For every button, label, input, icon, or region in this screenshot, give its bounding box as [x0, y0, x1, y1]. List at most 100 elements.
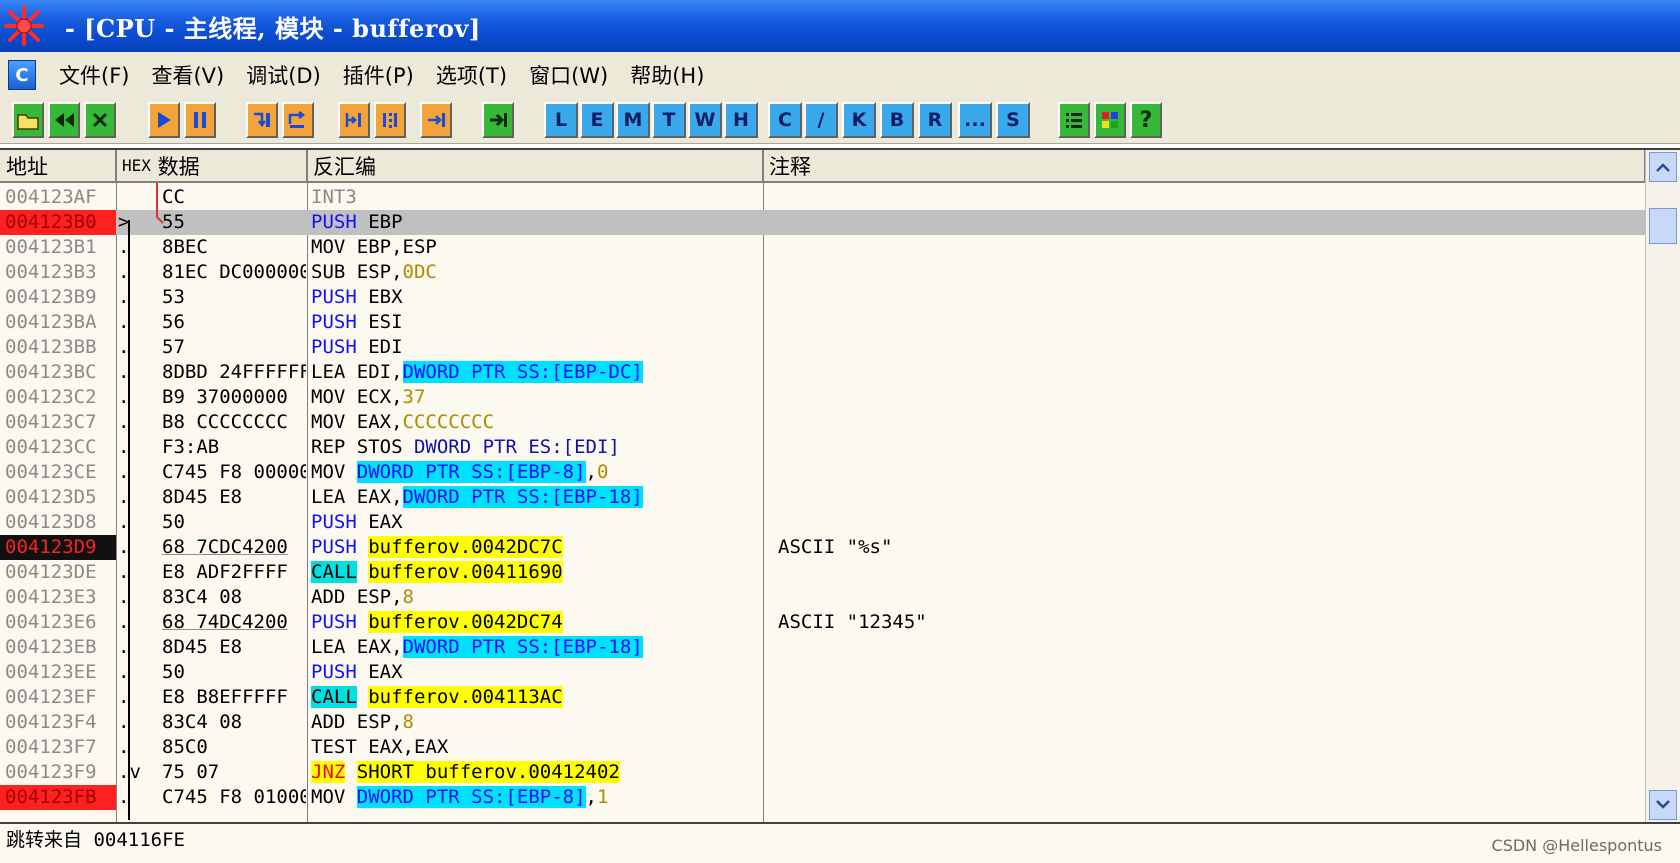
hex-cell[interactable]: C745 F8 00000000 [162, 460, 306, 485]
menu-file[interactable]: 文件(F) [48, 60, 140, 90]
step-into-button[interactable] [246, 102, 278, 138]
address-cell[interactable]: 004123F9 [0, 760, 116, 785]
disassembly-cell[interactable]: CALL bufferov.00411690 [311, 560, 761, 585]
comment-cell[interactable] [778, 685, 1638, 710]
address-cell[interactable]: 004123CE [0, 460, 116, 485]
trace-over-button[interactable] [374, 102, 406, 138]
menu-plugins[interactable]: 插件(P) [332, 60, 425, 90]
disassembly-cell[interactable]: MOV ECX,37 [311, 385, 761, 410]
hex-cell[interactable]: 81EC DC000000 [162, 260, 306, 285]
title-bar[interactable]: - [CPU - 主线程, 模块 - bufferov] [0, 0, 1680, 52]
comment-cell[interactable] [778, 760, 1638, 785]
call-stack-window-button[interactable]: K [842, 102, 876, 138]
hex-cell[interactable]: B8 CCCCCCCC [162, 410, 306, 435]
hex-cell[interactable]: 53 [162, 285, 306, 310]
disassembly-cell[interactable]: PUSH EAX [311, 510, 761, 535]
address-cell[interactable]: 004123E3 [0, 585, 116, 610]
hex-cell[interactable]: 8DBD 24FFFFFF [162, 360, 306, 385]
table-row[interactable]: 004123D5. 8D45 E8 LEA EAX,DWORD PTR SS:[EB… [0, 485, 1645, 510]
address-cell[interactable]: 004123EE [0, 660, 116, 685]
address-cell[interactable]: 004123B1 [0, 235, 116, 260]
windows-window-button[interactable]: W [688, 102, 722, 138]
comment-cell[interactable] [778, 285, 1638, 310]
disassembly-cell[interactable]: TEST EAX,EAX [311, 735, 761, 760]
disassembly-cell[interactable]: ADD ESP,8 [311, 710, 761, 735]
column-header-comment[interactable]: 注释 [763, 150, 1645, 183]
comment-cell[interactable] [778, 385, 1638, 410]
address-cell[interactable]: 004123B0 [0, 210, 116, 235]
comment-cell[interactable] [778, 410, 1638, 435]
hex-cell[interactable]: C745 F8 01000000 [162, 785, 306, 810]
hex-cell[interactable]: B9 37000000 [162, 385, 306, 410]
hex-cell[interactable]: 55 [162, 210, 306, 235]
menu-options[interactable]: 选项(T) [425, 60, 518, 90]
disassembly-cell[interactable]: LEA EAX,DWORD PTR SS:[EBP-18] [311, 635, 761, 660]
address-cell[interactable]: 004123E6 [0, 610, 116, 635]
comment-cell[interactable]: ASCII "%s" [778, 535, 1638, 560]
table-row[interactable]: 004123BB. 57 PUSH EDI [0, 335, 1645, 360]
address-cell[interactable]: 004123EB [0, 635, 116, 660]
table-row[interactable]: 004123F4. 83C4 08 ADD ESP,8 [0, 710, 1645, 735]
table-row[interactable]: 004123C7. B8 CCCCCCCC MOV EAX,CCCCCCCC [0, 410, 1645, 435]
table-row[interactable]: 004123CC. F3:AB REP STOS DWORD PTR ES:[EDI… [0, 435, 1645, 460]
comment-cell[interactable] [778, 185, 1638, 210]
table-row[interactable]: 004123B9. 53 PUSH EBX [0, 285, 1645, 310]
address-cell[interactable]: 004123BA [0, 310, 116, 335]
disassembly-cell[interactable]: MOV DWORD PTR SS:[EBP-8],0 [311, 460, 761, 485]
run-trace-window-button[interactable]: ... [958, 102, 992, 138]
trace-into-button[interactable] [338, 102, 370, 138]
column-header-hex[interactable]: HEX 数据 [116, 150, 307, 183]
appearance-button[interactable] [1094, 102, 1126, 138]
hex-cell[interactable]: 68 7CDC4200 [162, 535, 306, 560]
hex-cell[interactable]: 57 [162, 335, 306, 360]
disassembly-cell[interactable]: INT3 [311, 185, 761, 210]
table-row[interactable]: 004123F9.v75 07 JNZ SHORT bufferov.004124… [0, 760, 1645, 785]
memory-window-button[interactable]: M [616, 102, 650, 138]
address-cell[interactable]: 004123C7 [0, 410, 116, 435]
hex-cell[interactable]: E8 B8EFFFFF [162, 685, 306, 710]
disassembly-cell[interactable]: PUSH ESI [311, 310, 761, 335]
address-cell[interactable]: 004123CC [0, 435, 116, 460]
table-row[interactable]: 004123EE. 50 PUSH EAX [0, 660, 1645, 685]
hex-cell[interactable]: 56 [162, 310, 306, 335]
address-cell[interactable]: 004123FB [0, 785, 116, 810]
disassembly-cell[interactable]: ADD ESP,8 [311, 585, 761, 610]
comment-cell[interactable] [778, 460, 1638, 485]
disassembly-cell[interactable]: MOV EBP,ESP [311, 235, 761, 260]
table-row[interactable]: 004123E6. 68 74DC4200 PUSH bufferov.0042DC… [0, 610, 1645, 635]
comment-cell[interactable] [778, 335, 1638, 360]
table-row[interactable]: 004123BA. 56 PUSH ESI [0, 310, 1645, 335]
disassembly-cell[interactable]: PUSH EDI [311, 335, 761, 360]
comment-cell[interactable] [778, 310, 1638, 335]
comment-cell[interactable]: ASCII "12345" [778, 610, 1638, 635]
hex-cell[interactable]: 8D45 E8 [162, 635, 306, 660]
menu-window[interactable]: 窗口(W) [518, 60, 619, 90]
disassembly-cell[interactable]: SUB ESP,0DC [311, 260, 761, 285]
comment-cell[interactable] [778, 585, 1638, 610]
table-row[interactable]: 004123E3. 83C4 08 ADD ESP,8 [0, 585, 1645, 610]
address-cell[interactable]: 004123AF [0, 185, 116, 210]
hex-cell[interactable]: 85C0 [162, 735, 306, 760]
comment-cell[interactable] [778, 235, 1638, 260]
vertical-scrollbar[interactable] [1645, 150, 1680, 824]
execute-till-return-button[interactable] [420, 102, 452, 138]
table-row[interactable]: 004123EF. E8 B8EFFFFF CALL bufferov.004113… [0, 685, 1645, 710]
breakpoints-window-button[interactable]: B [880, 102, 914, 138]
menu-view[interactable]: 查看(V) [140, 60, 235, 90]
table-row[interactable]: 004123BC. 8DBD 24FFFFFF LEA EDI,DWORD PTR … [0, 360, 1645, 385]
hex-cell[interactable]: 75 07 [162, 760, 306, 785]
comment-cell[interactable] [778, 210, 1638, 235]
disassembly-cell[interactable]: LEA EAX,DWORD PTR SS:[EBP-18] [311, 485, 761, 510]
cpu-window-button[interactable]: C [768, 102, 802, 138]
disassembly-cell[interactable]: PUSH bufferov.0042DC74 [311, 610, 761, 635]
address-cell[interactable]: 004123BC [0, 360, 116, 385]
references-window-button[interactable]: R [918, 102, 952, 138]
close-program-button[interactable] [84, 102, 116, 138]
source-window-button[interactable]: S [996, 102, 1030, 138]
hex-cell[interactable]: CC [162, 185, 306, 210]
comment-cell[interactable] [778, 260, 1638, 285]
table-row[interactable]: 004123CE. C745 F8 00000000MOV DWORD PTR S… [0, 460, 1645, 485]
hex-cell[interactable]: E8 ADF2FFFF [162, 560, 306, 585]
go-to-origin-button[interactable] [482, 102, 514, 138]
comment-cell[interactable] [778, 785, 1638, 810]
